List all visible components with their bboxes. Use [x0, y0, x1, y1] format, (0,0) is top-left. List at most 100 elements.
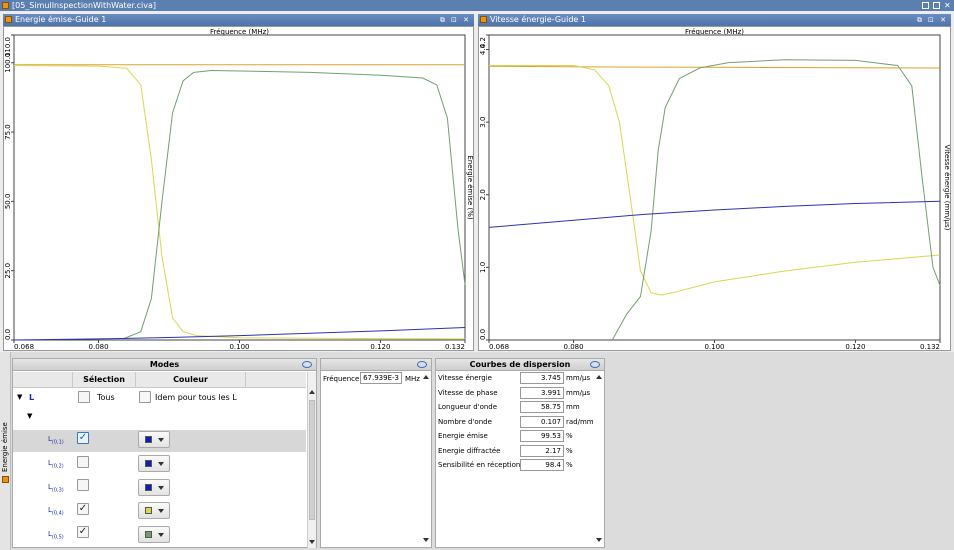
mode-checkbox[interactable]: [77, 479, 89, 491]
color-swatch: [145, 436, 152, 443]
dispersion-value[interactable]: 58.75: [520, 401, 564, 413]
x-tick-label: 0.080: [564, 343, 584, 351]
mode-checkbox[interactable]: [77, 456, 89, 468]
y-tick-label: 25.0: [4, 263, 12, 279]
restore-window-icon[interactable]: [922, 2, 929, 9]
scroll-down-icon[interactable]: [596, 538, 602, 542]
dispersion-value[interactable]: 99.53: [520, 430, 564, 442]
plot-frame: [13, 34, 466, 341]
chevron-down-icon: [158, 462, 164, 466]
plot-frame: [488, 34, 941, 341]
color-picker-button[interactable]: [138, 431, 170, 448]
idem-label: Idem pour tous les L: [155, 393, 237, 402]
scroll-thumb[interactable]: [309, 400, 315, 520]
eye-icon[interactable]: [302, 361, 312, 368]
x-tick-label: 0.120: [845, 343, 865, 351]
left-panel-window-buttons[interactable]: ⧉ ⊡ ✕: [440, 14, 471, 26]
y-tick-label: 2.0: [479, 189, 487, 200]
mode-checkbox[interactable]: ✓: [77, 432, 89, 444]
app-icon: [2, 2, 9, 9]
scroll-up-icon[interactable]: [596, 375, 602, 379]
eye-icon[interactable]: [590, 361, 600, 368]
close-window-icon[interactable]: ✕: [944, 2, 951, 10]
y-tick-label: 0.0: [4, 329, 12, 340]
eye-icon[interactable]: [417, 361, 427, 368]
scroll-down-icon[interactable]: [423, 538, 429, 542]
chevron-down-icon: [158, 533, 164, 537]
y-axis-title: Energie émise (%): [466, 155, 474, 219]
x-tick-label: 0.100: [229, 343, 249, 351]
dispersion-unit: %: [566, 447, 573, 455]
expand-arrow-icon[interactable]: ▼: [17, 393, 22, 401]
dispersion-value[interactable]: 0.107: [520, 416, 564, 428]
x-tick-label: 0.068: [489, 343, 509, 351]
col-header-selection[interactable]: Sélection: [73, 372, 136, 388]
dispersion-label: Vitesse de phase: [438, 389, 498, 397]
dispersion-label: Nombre d'onde: [438, 418, 492, 426]
y-tick-label: 3.0: [479, 117, 487, 128]
dispersion-header: Courbes de dispersion: [436, 359, 604, 371]
side-tab[interactable]: Energie émise: [0, 352, 11, 550]
color-picker-button[interactable]: [138, 526, 170, 543]
dispersion-unit: %: [566, 461, 573, 469]
chevron-down-icon: [158, 486, 164, 490]
dispersion-unit: %: [566, 432, 573, 440]
x-tick-label: 0.132: [920, 343, 940, 351]
dispersion-label: Energie émise: [438, 432, 488, 440]
expand-arrow-icon[interactable]: ▼: [27, 412, 32, 420]
y-tick-label: 75.0: [4, 124, 12, 140]
color-swatch: [145, 460, 152, 467]
dispersion-title: Courbes de dispersion: [469, 360, 571, 369]
modes-panel: Modes Sélection Couleur ▼ L Tous Idem po…: [12, 358, 317, 548]
dispersion-panel: Courbes de dispersion Vitesse énergie 3.…: [435, 358, 605, 548]
idem-checkbox[interactable]: [139, 391, 151, 403]
mode-label: L(0,1): [48, 435, 64, 446]
mode-checkbox[interactable]: ✓: [77, 526, 89, 538]
dispersion-value[interactable]: 2.17: [520, 445, 564, 457]
col-header-empty: [246, 372, 306, 388]
modes-scrollbar[interactable]: [307, 372, 316, 548]
tous-checkbox[interactable]: [78, 391, 90, 403]
dispersion-value[interactable]: 3.991: [520, 387, 564, 399]
color-picker-button[interactable]: [138, 455, 170, 472]
left-chart-area: Fréquence (MHz) Energie émise (%) 0.068 0.0…: [3, 26, 474, 351]
y-tick-label: 50.0: [4, 194, 12, 210]
scroll-down-icon[interactable]: [309, 540, 315, 544]
x-tick-label: 0.120: [370, 343, 390, 351]
color-swatch: [145, 531, 152, 538]
energy-emitted-chart[interactable]: Fréquence (MHz)Energie émise (%)0.068 0.0…: [4, 27, 475, 352]
chevron-down-icon: [158, 438, 164, 442]
dispersion-label: Sensibilité en réception: [438, 461, 521, 469]
mode-checkbox[interactable]: ✓: [77, 503, 89, 515]
col-header-couleur[interactable]: Couleur: [136, 372, 246, 388]
mode-label: L(0,4): [48, 506, 64, 517]
scroll-up-icon[interactable]: [309, 390, 315, 394]
window-titlebar: [05_SimulInspectionWithWater.civa] ✕: [0, 0, 954, 11]
maximize-window-icon[interactable]: [933, 2, 940, 9]
energy-velocity-chart[interactable]: Fréquence (MHz) Vitesse énergie (mm/µs) 0.…: [479, 27, 952, 352]
dispersion-label: Energie diffractée: [438, 447, 501, 455]
y-tick-label: 4.2: [479, 37, 487, 48]
y-tick-label: 1.0: [479, 262, 487, 273]
y-tick-label: 110.0: [4, 37, 12, 57]
col-header-mode: [13, 372, 73, 388]
x-tick-label: 0.100: [704, 343, 724, 351]
side-tab-label: Energie émise: [1, 422, 9, 472]
color-swatch: [145, 484, 152, 491]
x-tick-label: 0.068: [14, 343, 34, 351]
x-axis-title: Fréquence (MHz): [685, 28, 744, 36]
modes-header: Modes: [13, 359, 316, 371]
scroll-up-icon[interactable]: [423, 375, 429, 379]
frequency-input[interactable]: 67.939E-3: [360, 372, 402, 384]
y-axis-title: Vitesse énergie (mm/µs): [943, 145, 951, 231]
right-panel-window-buttons[interactable]: ⧉ ⊡ ✕: [917, 14, 948, 26]
x-tick-label: 0.080: [89, 343, 109, 351]
dispersion-value[interactable]: 3.745: [520, 372, 564, 384]
dispersion-value[interactable]: 98.4: [520, 459, 564, 471]
frequency-label: Fréquence: [323, 375, 360, 383]
panel-icon: [480, 16, 487, 23]
color-picker-button[interactable]: [138, 502, 170, 519]
modes-title: Modes: [149, 360, 180, 369]
color-picker-button[interactable]: [138, 479, 170, 496]
x-tick-label: 0.132: [445, 343, 465, 351]
